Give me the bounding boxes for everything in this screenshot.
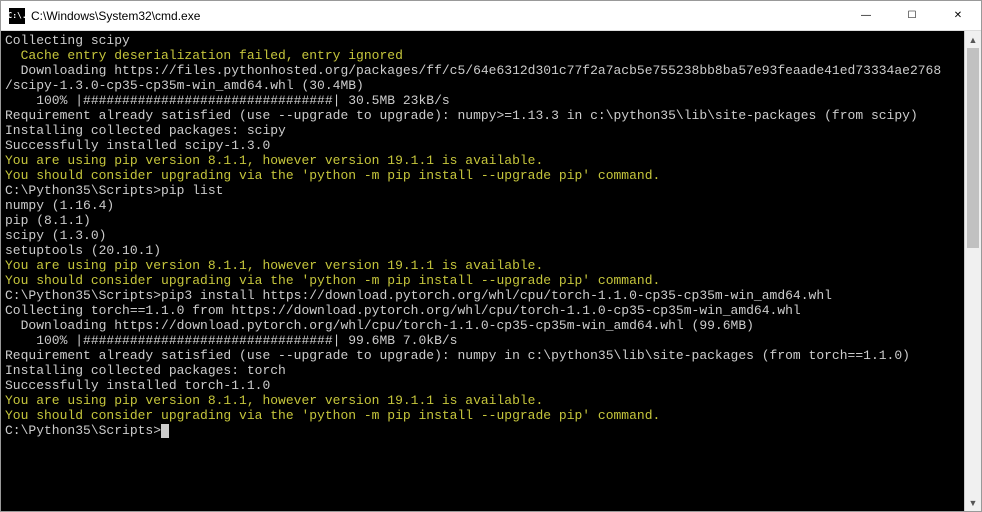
window-titlebar[interactable]: C:\. C:\Windows\System32\cmd.exe — ☐ ✕ [1, 1, 981, 31]
terminal-prompt[interactable]: C:\Python35\Scripts> [5, 423, 964, 438]
terminal-line: Downloading https://download.pytorch.org… [5, 318, 964, 333]
terminal-line: You are using pip version 8.1.1, however… [5, 393, 964, 408]
terminal-line: 100% |################################| … [5, 333, 964, 348]
terminal-line: Installing collected packages: torch [5, 363, 964, 378]
terminal-line: You should consider upgrading via the 'p… [5, 273, 964, 288]
cursor [161, 424, 169, 438]
vertical-scrollbar[interactable]: ▲ ▼ [964, 31, 981, 511]
terminal-line: Collecting scipy [5, 33, 964, 48]
terminal-line: /scipy-1.3.0-cp35-cp35m-win_amd64.whl (3… [5, 78, 964, 93]
window-controls: — ☐ ✕ [843, 1, 981, 30]
terminal-line: 100% |################################| … [5, 93, 964, 108]
maximize-button[interactable]: ☐ [889, 1, 935, 30]
terminal-line: Cache entry deserialization failed, entr… [5, 48, 964, 63]
terminal-line: Requirement already satisfied (use --upg… [5, 348, 964, 363]
scrollbar-track[interactable] [965, 48, 981, 494]
terminal-line: setuptools (20.10.1) [5, 243, 964, 258]
minimize-button[interactable]: — [843, 1, 889, 30]
terminal-line: Successfully installed torch-1.1.0 [5, 378, 964, 393]
terminal-line: numpy (1.16.4) [5, 198, 964, 213]
terminal-line: You are using pip version 8.1.1, however… [5, 258, 964, 273]
window-title: C:\Windows\System32\cmd.exe [31, 9, 843, 23]
terminal-line: C:\Python35\Scripts>pip3 install https:/… [5, 288, 964, 303]
terminal-line: pip (8.1.1) [5, 213, 964, 228]
terminal-line: C:\Python35\Scripts>pip list [5, 183, 964, 198]
close-button[interactable]: ✕ [935, 1, 981, 30]
terminal-output[interactable]: Collecting scipy Cache entry deserializa… [1, 31, 964, 511]
terminal-line: You should consider upgrading via the 'p… [5, 168, 964, 183]
scroll-down-arrow-icon[interactable]: ▼ [965, 494, 981, 511]
terminal-line: scipy (1.3.0) [5, 228, 964, 243]
terminal-line: Installing collected packages: scipy [5, 123, 964, 138]
scroll-up-arrow-icon[interactable]: ▲ [965, 31, 981, 48]
terminal-line: Requirement already satisfied (use --upg… [5, 108, 964, 123]
terminal-area: Collecting scipy Cache entry deserializa… [1, 31, 981, 511]
terminal-line: Downloading https://files.pythonhosted.o… [5, 63, 964, 78]
terminal-line: You should consider upgrading via the 'p… [5, 408, 964, 423]
terminal-line: Collecting torch==1.1.0 from https://dow… [5, 303, 964, 318]
cmd-icon: C:\. [9, 8, 25, 24]
terminal-line: You are using pip version 8.1.1, however… [5, 153, 964, 168]
scrollbar-thumb[interactable] [967, 48, 979, 248]
terminal-line: Successfully installed scipy-1.3.0 [5, 138, 964, 153]
